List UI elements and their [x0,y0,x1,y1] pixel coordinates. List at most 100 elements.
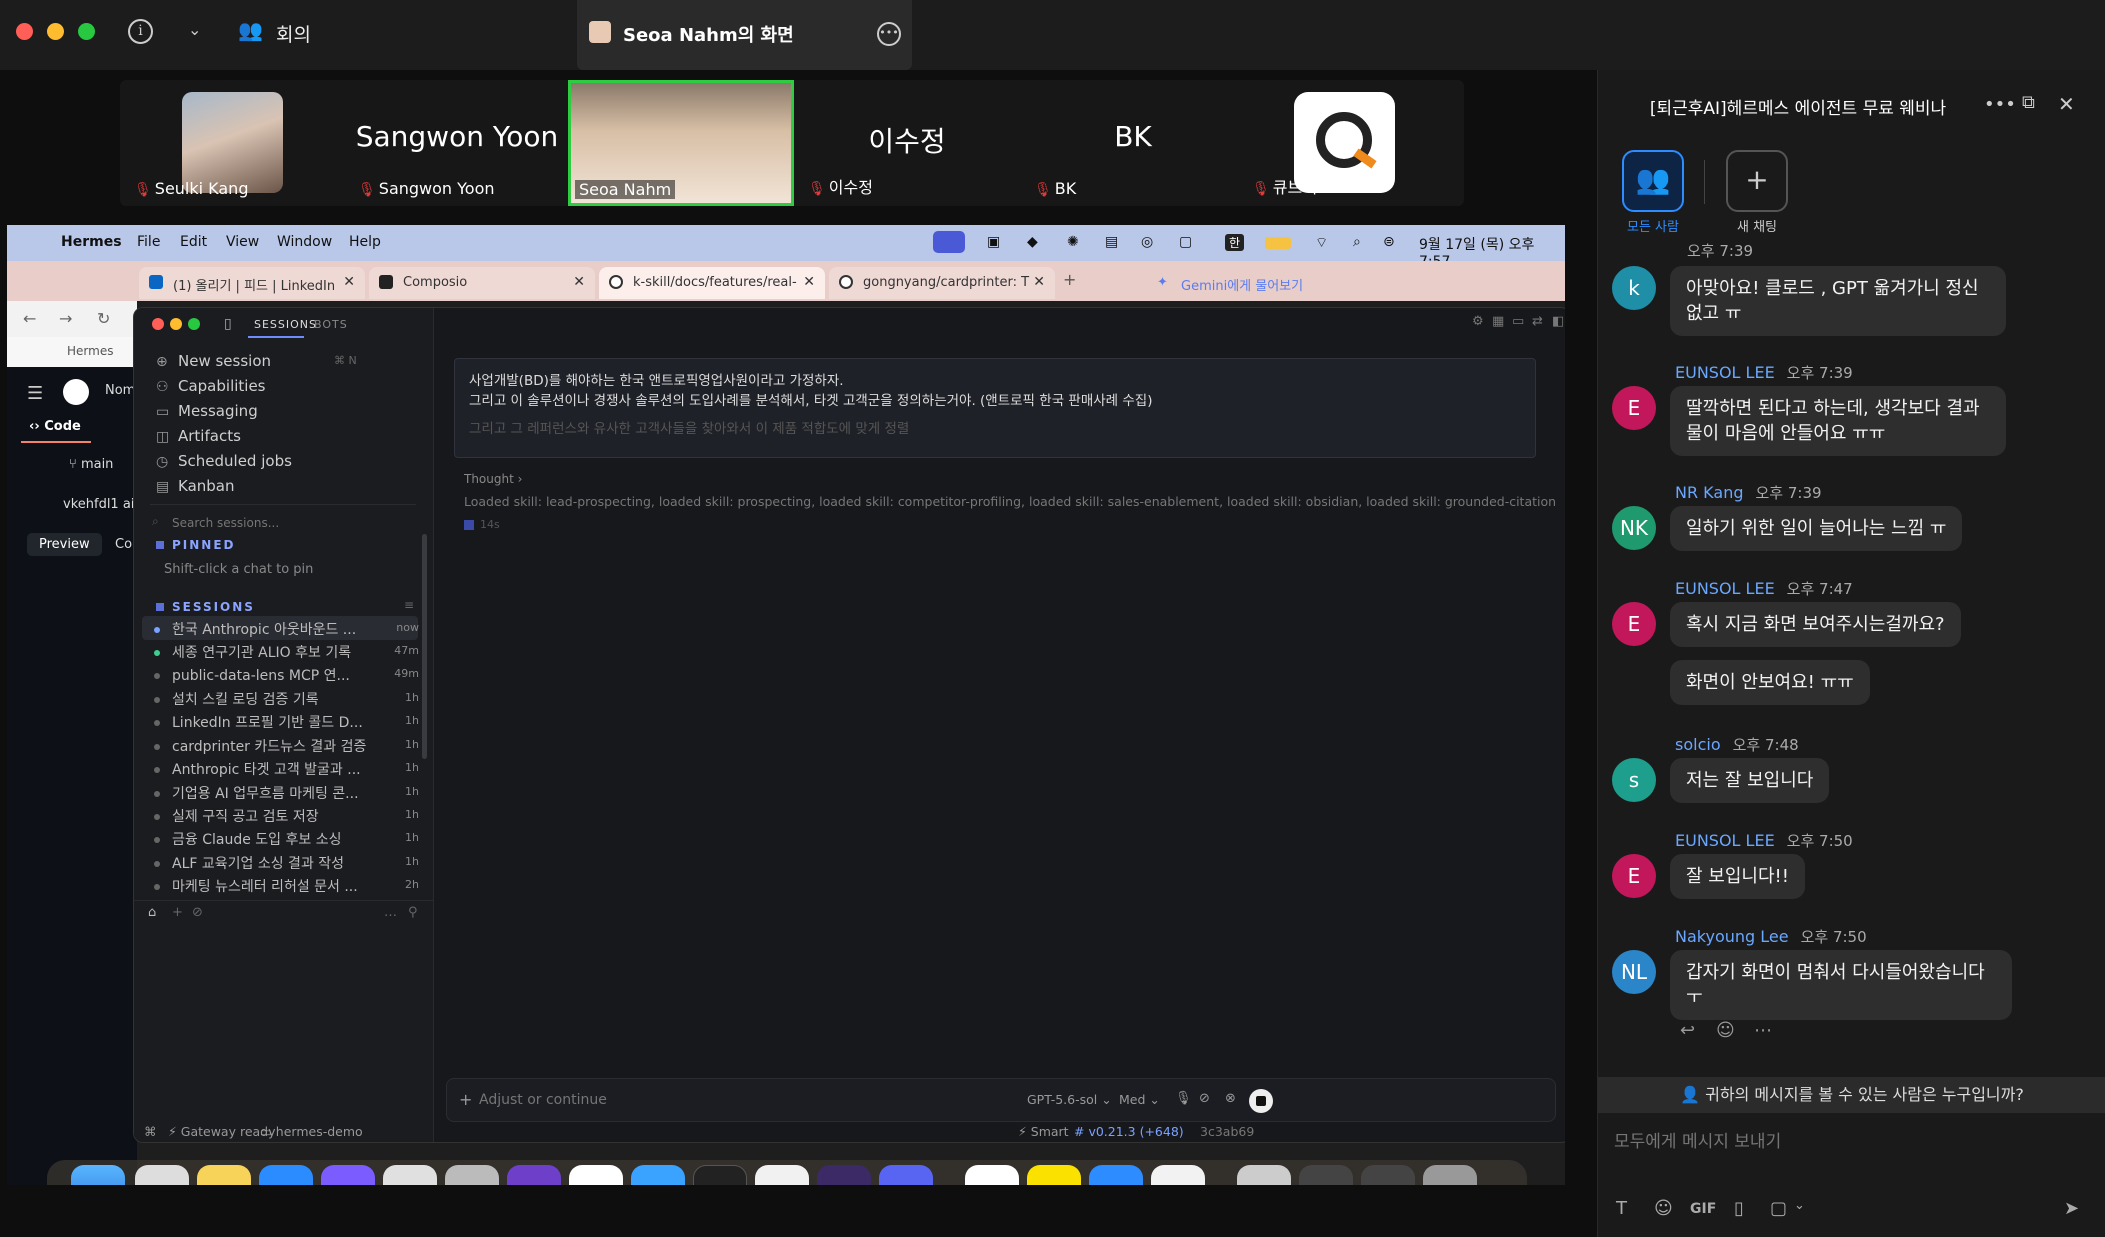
avatar[interactable]: k [1612,266,1656,310]
message-header[interactable]: EUNSOL LEE 오후 7:47 [1675,578,1853,599]
zoom-icon[interactable] [1089,1165,1143,1185]
browser-tab[interactable]: (1) 올리기 | 피드 | LinkedIn ✕ [139,267,365,299]
terminal-icon[interactable] [693,1165,747,1185]
trash-icon[interactable] [1423,1165,1477,1185]
pin-icon[interactable]: ⚲ [408,905,418,920]
obsidian-icon[interactable] [817,1165,871,1185]
reply-icon[interactable]: ↩ [1680,1020,1695,1041]
new-chat-label[interactable]: 새 채팅 [1718,216,1796,235]
session-item[interactable]: cardprinter 카드뉴스 결과 검증 1h [154,736,419,758]
participant-tile[interactable]: Sangwon Yoon 🎙 Sangwon Yoon [344,80,570,206]
chevron-down-icon[interactable]: ⌄ [188,20,201,39]
session-item[interactable]: Anthropic 타겟 고객 발굴과 ... 1h [154,759,419,781]
session-item[interactable]: LinkedIn 프로필 기반 콜드 D... 1h [154,712,419,734]
screenshot-icon[interactable]: ▢ [1770,1198,1787,1219]
avatar[interactable]: E [1612,386,1656,430]
composer-input[interactable] [479,1087,979,1113]
screenshot-icon[interactable] [135,1165,189,1185]
close-tab-icon[interactable]: ✕ [1033,274,1045,290]
finder-icon[interactable] [71,1165,125,1185]
menu-app-hermes[interactable]: Hermes [61,234,122,250]
home-icon[interactable]: ⌂ [148,905,156,920]
session-item[interactable]: 설치 스킬 로딩 검증 기록 1h [154,689,419,711]
close-tab-icon[interactable]: ✕ [343,274,355,290]
filter-icon[interactable]: ≡ [404,598,414,612]
close-tab-icon[interactable]: ✕ [573,274,585,290]
menu-view[interactable]: View [226,234,259,250]
thought-toggle[interactable]: Thought › [464,472,522,486]
session-item[interactable]: 금융 Claude 도입 후보 소싱 1h [154,829,419,851]
code-view-tab[interactable]: Co [115,537,132,552]
status-icon[interactable]: ▣ [987,234,1000,250]
branch-selector[interactable]: ⑂ main [69,457,113,472]
mode-indicator[interactable]: ⚡ Smart [1018,1124,1069,1139]
voice-off-icon[interactable]: ⊘ [1199,1091,1210,1106]
add-reaction-icon[interactable]: ☺ [1716,1020,1735,1041]
input-source-icon[interactable]: 한 [1225,234,1245,251]
kakaotalk-icon[interactable] [1027,1165,1081,1185]
close-window-button[interactable] [152,318,164,330]
github-logo[interactable] [63,379,89,405]
preview-tab[interactable]: Preview [27,533,102,556]
message-header[interactable]: Nakyoung Lee 오후 7:50 [1675,926,1867,947]
bookmark-hermes[interactable]: Hermes [67,344,113,358]
nav-messaging[interactable]: ▭ Messaging [156,402,258,420]
search-sessions-input[interactable] [152,512,412,534]
file-icon[interactable]: ▯ [1734,1198,1744,1219]
chat-message-input[interactable] [1614,1122,2084,1162]
reload-icon[interactable]: ↻ [97,309,110,328]
participants-icon[interactable]: 👥 [238,18,263,42]
zoom-window-button[interactable] [78,23,95,40]
battery-icon[interactable] [1265,237,1291,249]
minimize-window-button[interactable] [170,318,182,330]
session-item[interactable]: 세종 연구기관 ALIO 후보 기록 47m [154,642,419,664]
chat-icon[interactable]: ▭ [1512,314,1524,329]
session-item[interactable]: 한국 Anthropic 아웃바운드 ... now [154,619,419,641]
layout-icon[interactable]: ▦ [1492,314,1504,329]
mic-icon[interactable]: 🎙 [1175,1091,1192,1106]
avatar[interactable]: E [1612,602,1656,646]
minimize-window-button[interactable] [47,23,64,40]
control-center-icon[interactable]: ⊜ [1383,234,1395,250]
message-header[interactable]: solcio 오후 7:48 [1675,734,1799,755]
menu-file[interactable]: File [137,234,160,250]
avatar[interactable]: E [1612,854,1656,898]
participant-tile[interactable]: 이수정 🎙 이수정 [794,80,1020,206]
tab-sessions[interactable]: SESSIONS [254,318,317,331]
commit-author[interactable]: vkehfdl1 ai [63,497,134,512]
participant-tile[interactable]: BK 🎙 BK [1020,80,1246,206]
emoji-icon[interactable]: ☺ [1654,1198,1673,1219]
nav-artifacts[interactable]: ◫ Artifacts [156,427,241,445]
session-item[interactable]: 기업용 AI 업무흐름 마케팅 콘... 1h [154,783,419,805]
session-item[interactable]: ALF 교육기업 소싱 결과 작성 1h [154,853,419,875]
more-icon[interactable]: … [384,905,397,920]
participant-tile[interactable]: 🎙 큐브렉스 [1238,80,1464,206]
discord-icon[interactable] [879,1165,933,1185]
code-tab[interactable]: ‹› Code [29,419,81,434]
link-icon[interactable]: ⊘ [192,905,203,920]
status-icon[interactable]: ◆ [1027,234,1038,250]
more-options-icon[interactable]: ••• [877,22,901,46]
close-icon[interactable]: ✕ [2058,92,2075,116]
nav-scheduled-jobs[interactable]: ◷ Scheduled jobs [156,452,292,470]
recent-window-icon[interactable] [1361,1165,1415,1185]
back-icon[interactable]: ← [23,309,36,328]
model-selector[interactable]: GPT-5.6-sol ⌄ [1027,1092,1112,1107]
preview-icon[interactable] [445,1165,499,1185]
new-tab-icon[interactable]: + [1063,270,1076,289]
wifi-icon[interactable]: ⌔ [1315,234,1328,252]
pop-out-icon[interactable]: ⧉ [2022,92,2035,113]
stop-button[interactable] [1249,1089,1273,1113]
chevron-down-icon[interactable]: ⌄ [1794,1198,1805,1213]
sidebar-toggle-icon[interactable]: ▯ [224,316,232,332]
panel-icon[interactable]: ◧ [1552,314,1564,329]
active-speaker-tile[interactable]: Seoa Nahm [568,80,794,206]
browser-tab-active[interactable]: k-skill/docs/features/real- ✕ [599,267,825,299]
nav-capabilities[interactable]: ⚇ Capabilities [156,377,266,395]
browser-tab[interactable]: gongnyang/cardprinter: T ✕ [829,267,1055,299]
attach-icon[interactable]: + [459,1090,472,1109]
add-icon[interactable]: + [172,905,183,920]
speaker-off-icon[interactable]: ⊗ [1225,1091,1236,1106]
nav-new-session[interactable]: ⊕ New session ⌘ N [156,352,357,370]
nav-kanban[interactable]: ▤ Kanban [156,477,235,495]
